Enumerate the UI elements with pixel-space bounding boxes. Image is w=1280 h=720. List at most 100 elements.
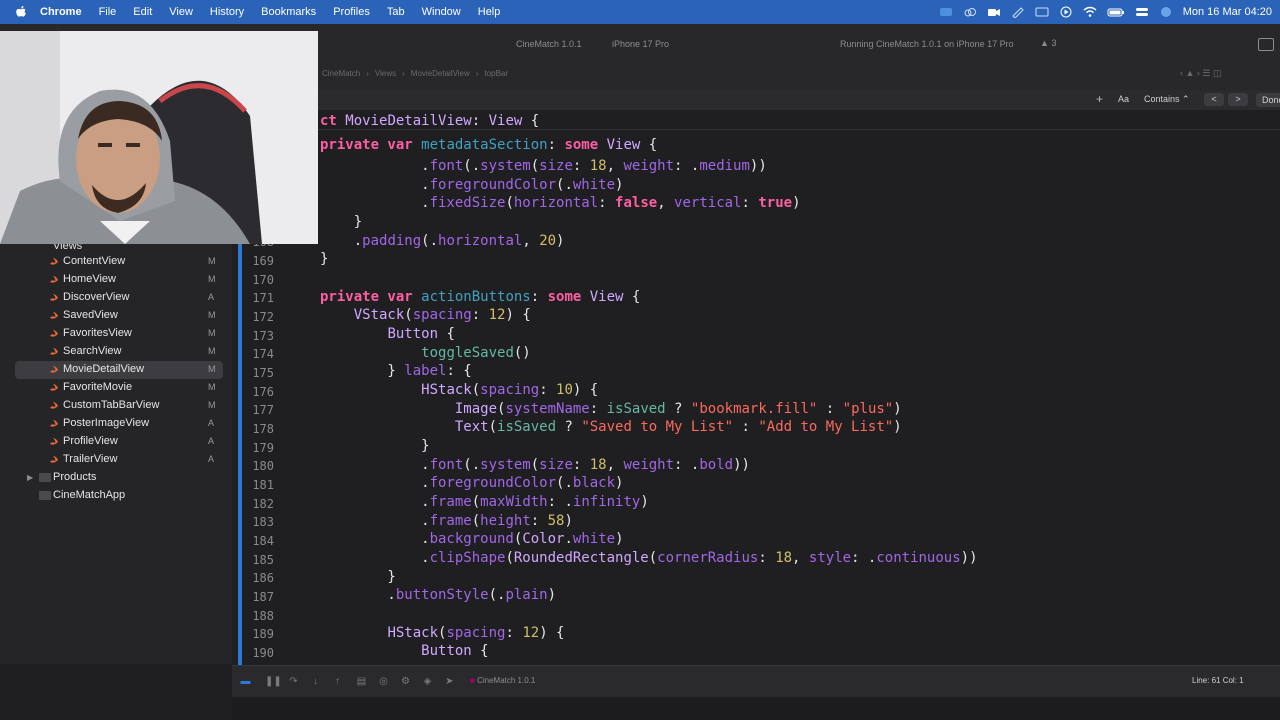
code-line[interactable]: .fixedSize(horizontal: false, vertical: … (320, 195, 800, 211)
menu-tab[interactable]: Tab (387, 6, 405, 18)
file-item-trailerview[interactable]: TrailerView A (15, 451, 223, 469)
menu-clock[interactable]: Mon 16 Mar 04:20 (1183, 6, 1272, 18)
file-item-discoverview[interactable]: DiscoverView A (15, 289, 223, 307)
folder-icon (39, 491, 51, 500)
memory-graph-icon[interactable]: ◎ (378, 676, 389, 687)
code-line[interactable]: } label: { (320, 363, 471, 379)
inspector-toggle-icon[interactable] (1258, 38, 1274, 51)
find-done-button[interactable]: Done (1256, 93, 1280, 107)
menu-history[interactable]: History (210, 6, 244, 18)
scheme-selector[interactable]: CineMatch 1.0.1 (516, 39, 582, 49)
code-line[interactable]: Button { (320, 643, 488, 659)
file-item-favoritesview[interactable]: FavoritesView M (15, 325, 223, 343)
step-over-icon[interactable]: ↷ (288, 676, 299, 687)
pen-icon[interactable] (1011, 6, 1025, 19)
code-line[interactable]: Text(isSaved ? "Saved to My List" : "Add… (320, 419, 902, 435)
code-line[interactable]: } (320, 438, 429, 454)
code-line[interactable]: .buttonStyle(.plain) (320, 587, 556, 603)
file-item-homeview[interactable]: HomeView M (15, 271, 223, 289)
file-name: HomeView (63, 273, 116, 285)
code-line[interactable]: .foregroundColor(.black) (320, 475, 623, 491)
jump-bar-symbol[interactable]: topBar (484, 69, 508, 78)
control-center-icon[interactable] (1135, 6, 1149, 18)
file-item-searchview[interactable]: SearchView M (15, 343, 223, 361)
menu-help[interactable]: Help (478, 6, 501, 18)
find-next-button[interactable]: > (1228, 93, 1248, 106)
source-editor[interactable]: ct MovieDetailView: View { private var m… (232, 110, 1280, 665)
code-line[interactable]: Button { (320, 326, 454, 342)
match-case-button[interactable]: Aa (1118, 94, 1129, 104)
group-cinematchapp[interactable]: CineMatchApp (15, 487, 223, 505)
code-line[interactable]: .frame(height: 58) (320, 513, 573, 529)
code-line[interactable]: .background(Color.white) (320, 531, 623, 547)
sticky-header-property[interactable]: private var metadataSection: some View { (320, 137, 658, 153)
disclosure-triangle-icon[interactable]: ▶ (27, 473, 35, 482)
menu-bookmarks[interactable]: Bookmarks (261, 6, 316, 18)
menu-chrome[interactable]: Chrome (40, 6, 82, 18)
menu-profiles[interactable]: Profiles (333, 6, 370, 18)
file-item-customtabbarview[interactable]: CustomTabBarView M (15, 397, 223, 415)
menu-edit[interactable]: Edit (133, 6, 152, 18)
code-line[interactable]: .padding(.horizontal, 20) (320, 233, 565, 249)
keyboard-icon[interactable] (1035, 6, 1049, 18)
step-out-icon[interactable]: ↑ (332, 676, 343, 687)
simulate-location-icon[interactable]: ◈ (422, 676, 433, 687)
camera-icon[interactable] (987, 6, 1001, 18)
find-mode-select[interactable]: Contains ⌃ (1144, 94, 1190, 105)
code-line[interactable]: Image(systemName: isSaved ? "bookmark.fi… (320, 401, 902, 417)
cloud-icon[interactable] (963, 6, 977, 18)
line-number: 183 (252, 515, 274, 529)
location-arrow-icon[interactable]: ➤ (444, 676, 455, 687)
debug-area-toggle-icon[interactable]: ▬ (240, 676, 251, 687)
screen-share-icon[interactable] (939, 6, 953, 18)
line-number: 185 (252, 553, 274, 567)
step-into-icon[interactable]: ↓ (310, 676, 321, 687)
menu-window[interactable]: Window (422, 6, 461, 18)
wifi-icon[interactable] (1083, 6, 1097, 18)
sticky-header-struct[interactable]: ct MovieDetailView: View { (320, 113, 540, 129)
code-line[interactable]: HStack(spacing: 12) { (320, 625, 564, 641)
apple-icon[interactable] (14, 5, 28, 19)
scm-badge: M (208, 256, 216, 266)
play-icon[interactable] (1059, 6, 1073, 18)
code-line[interactable]: .foregroundColor(.white) (320, 177, 623, 193)
code-line[interactable]: } (320, 569, 395, 585)
code-line[interactable]: HStack(spacing: 10) { (320, 382, 598, 398)
view-hierarchy-icon[interactable]: ▤ (356, 676, 367, 687)
swift-file-icon (50, 366, 58, 373)
warning-count[interactable]: ▲ 3 (1040, 38, 1056, 48)
environment-icon[interactable]: ⚙ (400, 676, 411, 687)
code-line[interactable]: .font(.system(size: 18, weight: .medium)… (320, 158, 767, 174)
code-line[interactable]: .font(.system(size: 18, weight: .bold)) (320, 457, 750, 473)
editor-nav-arrows[interactable]: ‹ ▲ › ☰ ◫ (1180, 68, 1221, 79)
file-item-profileview[interactable]: ProfileView A (15, 433, 223, 451)
code-line[interactable]: } (320, 251, 328, 267)
run-destination[interactable]: iPhone 17 Pro (612, 39, 669, 49)
add-find-option-button[interactable]: + (1096, 92, 1103, 106)
code-line[interactable]: VStack(spacing: 12) { (320, 307, 531, 323)
file-item-favoritemovie[interactable]: FavoriteMovie M (15, 379, 223, 397)
group-products[interactable]: ▶ Products (15, 469, 223, 487)
jump-bar-group[interactable]: Views (375, 69, 396, 78)
siri-icon[interactable] (1159, 6, 1173, 18)
code-line[interactable]: .clipShape(RoundedRectangle(cornerRadius… (320, 550, 977, 566)
find-previous-button[interactable]: < (1204, 93, 1224, 106)
file-item-moviedetailview[interactable]: MovieDetailView M (15, 361, 223, 379)
file-item-contentview[interactable]: ContentView M (15, 253, 223, 271)
file-item-savedview[interactable]: SavedView M (15, 307, 223, 325)
code-line[interactable]: toggleSaved() (320, 345, 531, 361)
line-number: 176 (252, 385, 274, 399)
jump-bar-project[interactable]: CineMatch (322, 69, 360, 78)
swift-file-icon (50, 402, 58, 409)
menu-file[interactable]: File (99, 6, 117, 18)
battery-icon[interactable] (1107, 6, 1125, 18)
menu-view[interactable]: View (169, 6, 193, 18)
code-line[interactable]: } (320, 214, 362, 230)
code-line[interactable]: .frame(maxWidth: .infinity) (320, 494, 649, 510)
file-item-posterimageview[interactable]: PosterImageView A (15, 415, 223, 433)
console-area[interactable] (232, 697, 1280, 720)
code-line[interactable]: private var actionButtons: some View { (320, 289, 640, 305)
pause-icon[interactable]: ❚❚ (265, 676, 282, 687)
line-number: 177 (252, 403, 274, 417)
jump-bar-file[interactable]: MovieDetailView (411, 69, 470, 78)
